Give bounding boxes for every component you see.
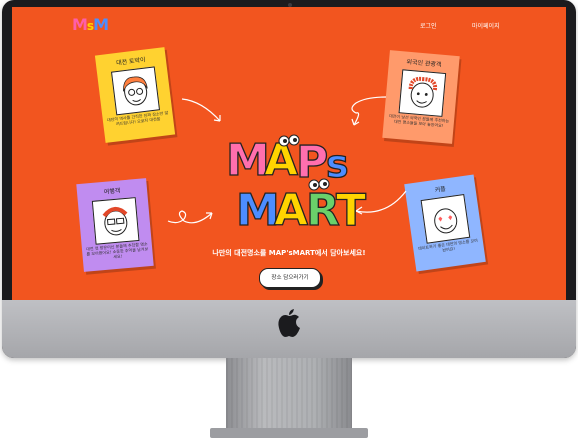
arrow-icon [181, 98, 221, 122]
persona-card-traveler[interactable]: 여행객 대전 첫 방문이신 분들께 추천할 명소를 모아봤어요! 소중한 추억을… [76, 178, 154, 272]
hero-wordmark: M A P s M A R T [222, 129, 372, 236]
arrow-icon [351, 96, 387, 126]
card-title: 외국인 관광객 [406, 58, 442, 69]
hero-letter: A [274, 185, 308, 235]
face-illustration [420, 194, 471, 244]
hero-letter: s [326, 142, 349, 186]
face-illustration [110, 66, 161, 116]
site-logo[interactable]: MsM [72, 15, 109, 34]
monitor-stand [226, 358, 352, 432]
face-illustration [91, 197, 140, 245]
card-title: 여행객 [103, 187, 121, 196]
mypage-link[interactable]: 마이페이지 [472, 21, 500, 30]
logo-letter: M [93, 15, 109, 34]
monitor-stand-base [210, 428, 368, 438]
card-title: 대전 토박이 [115, 56, 146, 68]
add-place-button[interactable]: 장소 담으러가기 [259, 268, 321, 288]
persona-card-local[interactable]: 대전 토박이 대전의 역사를 간직한 진짜 장소만 알려드립니다! 오로지 대전… [94, 47, 176, 143]
face-illustration [398, 69, 447, 117]
hero-tagline: 나만의 대전명소를 MAP'sMART에서 담아보세요! [212, 249, 366, 257]
arrow-icon [167, 210, 213, 224]
hero-letter: T [336, 185, 366, 235]
login-link[interactable]: 로그인 [420, 21, 437, 30]
hero-letter: R [306, 185, 340, 235]
website-screen: MsM 로그인 마이페이지 대전 토박이 대전의 역사를 간직한 진짜 장소만 … [12, 7, 566, 303]
imac-mockup: MsM 로그인 마이페이지 대전 토박이 대전의 역사를 간직한 진짜 장소만 … [0, 0, 578, 441]
persona-card-couple[interactable]: 커플 데이트하기 좋은 대전의 명소를 모아놨어요! [404, 174, 486, 272]
card-title: 커플 [434, 185, 447, 195]
persona-card-foreigner[interactable]: 외국인 관광객 대전이 낯선 외국인 분들께 추천하는 대전 명소들을 모아 놓… [382, 50, 460, 144]
apple-logo-icon [278, 309, 300, 337]
logo-letter: M [72, 15, 88, 34]
